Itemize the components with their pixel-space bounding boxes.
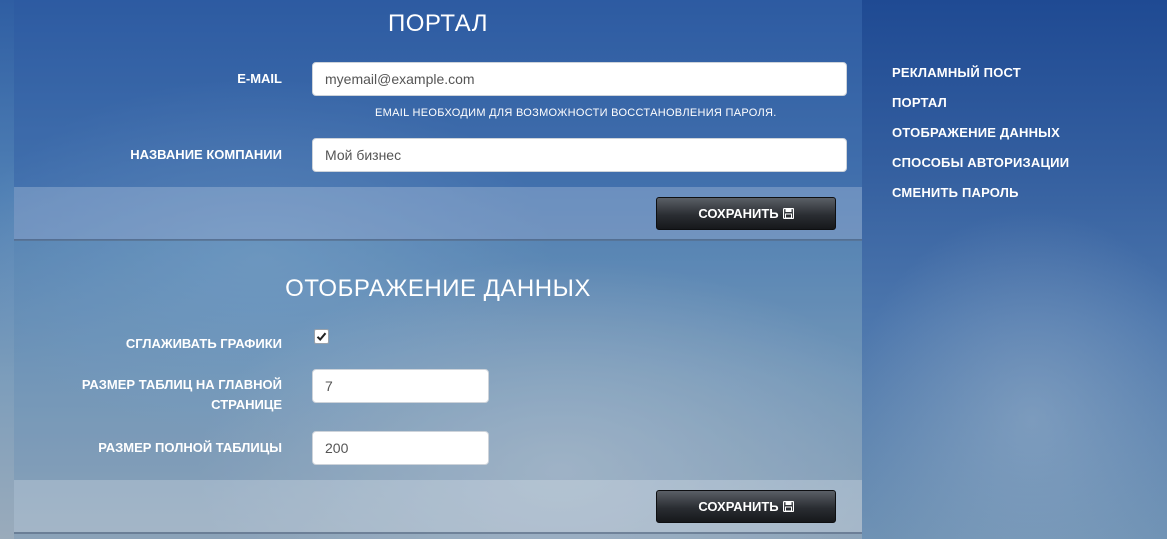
email-field[interactable]: myemail@example.com (312, 62, 847, 96)
home-table-size-label-line1: РАЗМЕР ТАБЛИЦ НА ГЛАВНОЙ (81, 377, 282, 392)
company-name-field[interactable]: Мой бизнес (312, 138, 847, 172)
home-table-size-field[interactable]: 7 (312, 369, 489, 403)
settings-main: ПОРТАЛ E-MAIL myemail@example.com EMAIL … (14, 0, 862, 539)
email-label: E-MAIL (237, 71, 282, 86)
portal-title: ПОРТАЛ (388, 10, 488, 37)
data-display-save-label: СОХРАНИТЬ (698, 499, 779, 514)
checkmark-icon (316, 332, 327, 341)
side-nav-item-auth-methods[interactable]: СПОСОБЫ АВТОРИЗАЦИИ (892, 152, 1069, 182)
smooth-charts-checkbox[interactable] (314, 329, 329, 344)
side-nav-item-ad-post[interactable]: РЕКЛАМНЫЙ ПОСТ (892, 62, 1069, 92)
side-nav-item-data-display[interactable]: ОТОБРАЖЕНИЕ ДАННЫХ (892, 122, 1069, 152)
floppy-disk-icon (782, 208, 794, 219)
portal-form-footer: СОХРАНИТЬ (14, 187, 862, 241)
full-table-size-field[interactable]: 200 (312, 431, 489, 465)
email-help-text: EMAIL НЕОБХОДИМ ДЛЯ ВОЗМОЖНОСТИ ВОССТАНО… (375, 107, 777, 119)
floppy-disk-icon (782, 501, 794, 512)
home-table-size-label-line2: СТРАНИЦЕ (211, 397, 282, 412)
portal-save-button[interactable]: СОХРАНИТЬ (656, 197, 836, 230)
settings-side-nav: РЕКЛАМНЫЙ ПОСТ ПОРТАЛ ОТОБРАЖЕНИЕ ДАННЫХ… (892, 62, 1069, 212)
side-nav-item-change-password[interactable]: СМЕНИТЬ ПАРОЛЬ (892, 182, 1069, 212)
company-name-label: НАЗВАНИЕ КОМПАНИИ (130, 147, 282, 162)
home-table-size-label: РАЗМЕР ТАБЛИЦ НА ГЛАВНОЙ СТРАНИЦЕ (82, 375, 282, 415)
smooth-charts-label: СГЛАЖИВАТЬ ГРАФИКИ (125, 336, 282, 351)
data-display-title: ОТОБРАЖЕНИЕ ДАННЫХ (285, 275, 591, 302)
data-display-save-button[interactable]: СОХРАНИТЬ (656, 490, 836, 523)
data-display-form-footer: СОХРАНИТЬ (14, 480, 862, 534)
portal-section: ПОРТАЛ E-MAIL myemail@example.com EMAIL … (14, 0, 862, 241)
portal-save-label: СОХРАНИТЬ (698, 206, 779, 221)
side-nav-item-portal[interactable]: ПОРТАЛ (892, 92, 1069, 122)
full-table-size-label: РАЗМЕР ПОЛНОЙ ТАБЛИЦЫ (98, 440, 282, 455)
data-display-section: ОТОБРАЖЕНИЕ ДАННЫХ СГЛАЖИВАТЬ ГРАФИКИ РА… (14, 240, 862, 539)
